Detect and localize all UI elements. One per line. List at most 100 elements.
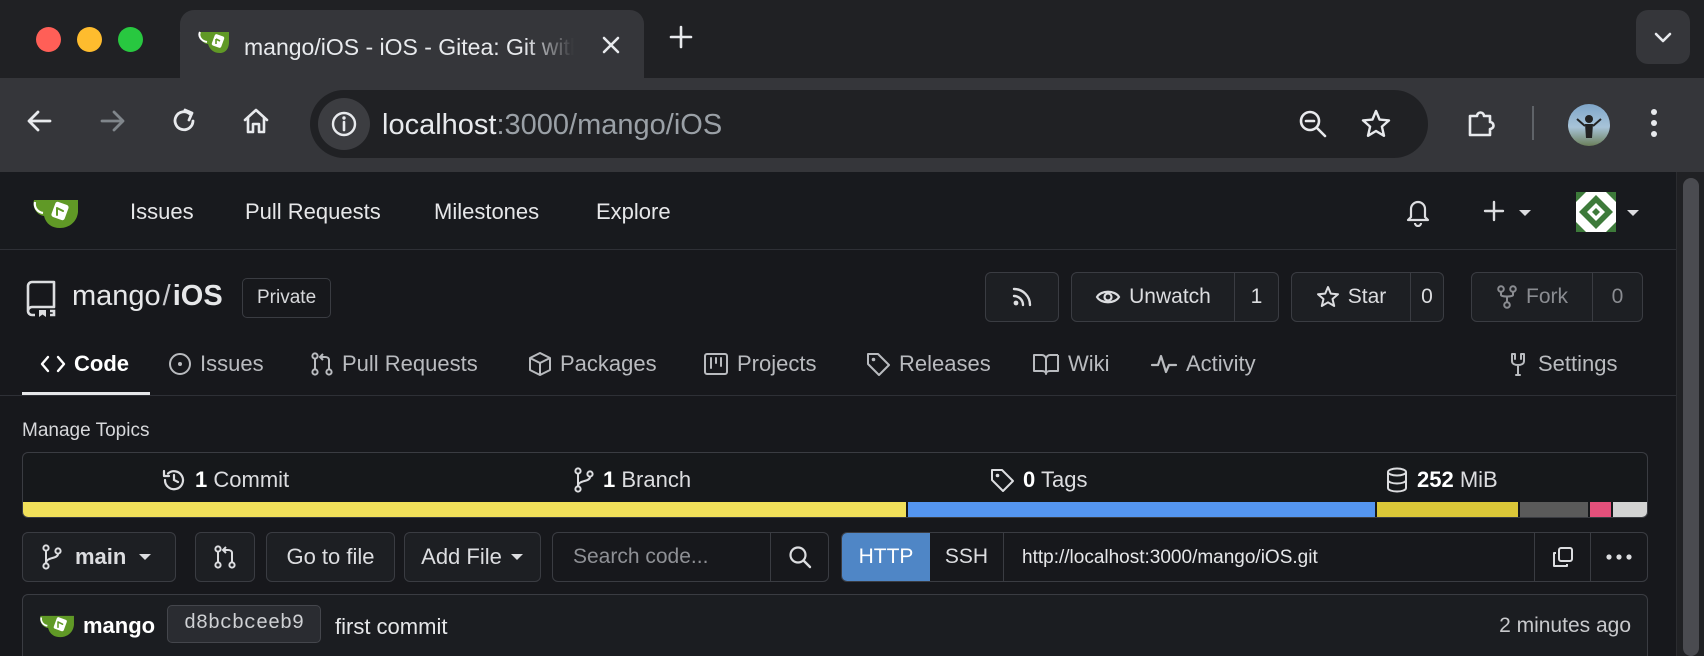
tab-wiki[interactable]: Wiki <box>1032 332 1110 396</box>
code-search <box>552 532 829 582</box>
copy-url-button[interactable] <box>1534 533 1590 581</box>
gitea-navbar: Issues Pull Requests Milestones Explore <box>0 172 1676 250</box>
language-segment[interactable] <box>1590 502 1613 517</box>
window-close-button[interactable] <box>36 27 61 52</box>
user-menu-caret-icon[interactable] <box>1626 208 1640 218</box>
commits-stat[interactable]: 1 Commit <box>161 467 289 493</box>
star-button[interactable]: Star <box>1292 273 1410 321</box>
tab-title: mango/iOS - iOS - Gitea: Git with a cup … <box>244 34 574 60</box>
commit-message-link[interactable]: first commit <box>335 614 447 640</box>
tab-settings[interactable]: Settings <box>1506 332 1618 396</box>
rss-feed-button[interactable] <box>985 272 1059 322</box>
browser-menu-icon[interactable] <box>1648 106 1660 140</box>
clone-more-button[interactable] <box>1590 533 1647 581</box>
user-avatar[interactable] <box>1576 192 1616 232</box>
language-segment[interactable] <box>1377 502 1521 517</box>
home-icon[interactable] <box>240 105 272 137</box>
code-search-button[interactable] <box>770 533 828 581</box>
compare-button[interactable] <box>195 532 255 582</box>
browser-tab-strip: mango/iOS - iOS - Gitea: Git with a cup … <box>0 0 1704 78</box>
tab-packages[interactable]: Packages <box>528 332 657 396</box>
scrollbar-thumb[interactable] <box>1683 178 1699 656</box>
fork-count[interactable]: 0 <box>1593 273 1642 321</box>
page-scrollbar[interactable] <box>1676 172 1704 656</box>
clone-http-button[interactable]: HTTP <box>842 533 930 581</box>
fork-label: Fork <box>1526 285 1568 308</box>
window-minimize-button[interactable] <box>77 27 102 52</box>
commit-author-link[interactable]: mango <box>83 613 155 639</box>
clone-url-field[interactable]: http://localhost:3000/mango/iOS.git <box>1022 547 1318 569</box>
tab-pull-requests[interactable]: Pull Requests <box>310 332 478 396</box>
language-stats-bar[interactable] <box>22 502 1648 518</box>
address-bar[interactable]: localhost:3000/mango/iOS <box>310 90 1428 158</box>
tags-label: Tags <box>1040 467 1088 492</box>
manage-topics-link[interactable]: Manage Topics <box>22 420 149 442</box>
new-tab-plus-icon[interactable] <box>668 24 694 50</box>
add-file-label: Add File <box>421 544 502 569</box>
tab-code-label: Code <box>74 351 129 376</box>
tags-stat[interactable]: 0 Tags <box>989 467 1087 493</box>
nav-issues[interactable]: Issues <box>130 199 194 225</box>
fork-button-group: Fork 0 <box>1471 272 1643 322</box>
private-badge: Private <box>242 278 332 318</box>
reload-icon[interactable] <box>168 105 200 137</box>
code-search-input[interactable] <box>553 533 770 581</box>
gitea-logo-icon[interactable] <box>32 194 82 230</box>
star-count[interactable]: 0 <box>1411 273 1443 321</box>
book-icon <box>1032 352 1060 376</box>
unwatch-button[interactable]: Unwatch <box>1072 273 1234 321</box>
size-value: 252 <box>1417 467 1454 492</box>
tab-activity-label: Activity <box>1186 351 1256 376</box>
language-segment[interactable] <box>23 502 909 517</box>
url-text[interactable]: localhost:3000/mango/iOS <box>382 109 722 142</box>
language-segment[interactable] <box>908 502 1378 517</box>
active-tab-underline <box>22 392 150 395</box>
branches-label: Branch <box>621 467 692 492</box>
branches-stat[interactable]: 1 Branch <box>573 467 691 493</box>
back-arrow-icon[interactable] <box>24 105 56 137</box>
author-avatar-icon[interactable] <box>39 611 77 639</box>
fork-button[interactable]: Fork <box>1472 273 1592 321</box>
create-new-plus-icon[interactable] <box>1480 197 1508 225</box>
profile-avatar[interactable] <box>1568 104 1610 146</box>
window-maximize-button[interactable] <box>118 27 143 52</box>
go-to-file-button[interactable]: Go to file <box>266 532 395 582</box>
create-caret-icon[interactable] <box>1518 208 1532 218</box>
tab-search-button[interactable] <box>1636 10 1690 64</box>
branch-selector[interactable]: main <box>22 532 176 582</box>
kebab-horizontal-icon <box>1605 553 1633 561</box>
repo-owner-link[interactable]: mango <box>72 280 161 312</box>
tab-issues[interactable]: Issues <box>168 332 264 396</box>
tab-releases-label: Releases <box>899 351 991 376</box>
tab-activity[interactable]: Activity <box>1150 332 1256 396</box>
nav-explore[interactable]: Explore <box>596 199 671 225</box>
gitea-favicon-icon <box>198 26 232 56</box>
clone-ssh-button[interactable]: SSH <box>930 533 1004 581</box>
extensions-puzzle-icon[interactable] <box>1464 104 1500 140</box>
tab-projects[interactable]: Projects <box>703 332 816 396</box>
bookmark-star-icon[interactable] <box>1360 108 1392 140</box>
site-info-button[interactable] <box>318 98 370 150</box>
browser-tab-active[interactable]: mango/iOS - iOS - Gitea: Git with a cup … <box>180 10 644 78</box>
language-segment[interactable] <box>1612 502 1647 517</box>
nav-milestones[interactable]: Milestones <box>434 199 539 225</box>
database-icon <box>1385 467 1409 493</box>
package-icon <box>528 351 552 377</box>
repo-name-link[interactable]: iOS <box>173 280 223 312</box>
tab-close-icon[interactable] <box>598 32 624 58</box>
commit-sha-link[interactable]: d8bcbceeb9 <box>167 605 322 643</box>
watch-count[interactable]: 1 <box>1235 273 1278 321</box>
history-icon <box>161 467 187 493</box>
tab-code[interactable]: Code <box>40 332 129 396</box>
star-button-group: Star 0 <box>1291 272 1444 322</box>
add-file-dropdown[interactable]: Add File <box>404 532 541 582</box>
go-to-file-label: Go to file <box>286 544 375 569</box>
forward-arrow-icon[interactable] <box>96 105 128 137</box>
url-host: localhost <box>382 109 497 141</box>
zoom-out-icon[interactable] <box>1298 109 1328 139</box>
commit-time: 2 minutes ago <box>1499 614 1631 637</box>
language-segment[interactable] <box>1520 502 1591 517</box>
notification-bell-icon[interactable] <box>1404 197 1432 227</box>
nav-pull-requests[interactable]: Pull Requests <box>245 199 381 225</box>
tab-releases[interactable]: Releases <box>865 332 991 396</box>
